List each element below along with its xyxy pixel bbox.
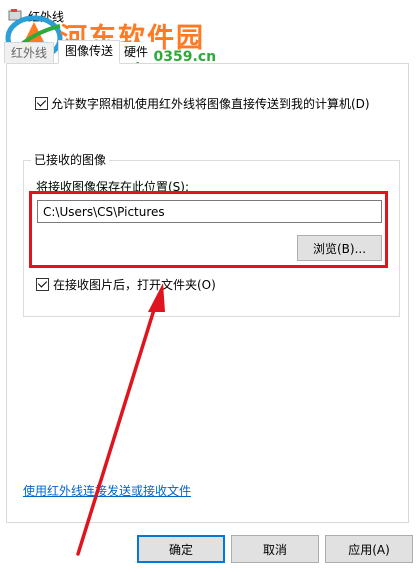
open-folder-label[interactable]: 在接收图片后，打开文件夹(O) — [53, 276, 216, 293]
checkmark-icon — [37, 278, 48, 288]
ok-button[interactable]: 确定 — [137, 535, 225, 563]
apply-button[interactable]: 应用(A) — [325, 535, 413, 563]
checkmark-icon — [36, 97, 47, 107]
tab-image-transfer[interactable]: 图像传送 — [58, 40, 121, 64]
save-path-input[interactable] — [37, 200, 382, 223]
cancel-button[interactable]: 取消 — [231, 535, 319, 563]
open-folder-checkbox[interactable] — [36, 278, 49, 291]
send-receive-files-link[interactable]: 使用红外线连接发送或接收文件 — [23, 482, 191, 499]
browse-button[interactable]: 浏览(B)... — [297, 235, 382, 261]
allow-camera-label[interactable]: 允许数字照相机使用红外线将图像直接传送到我的计算机(D) — [51, 95, 370, 112]
group-title: 已接收的图像 — [31, 151, 110, 168]
tab-infrared[interactable]: 红外线 — [4, 42, 55, 63]
save-location-label: 将接收图像保存在此位置(S): — [36, 180, 190, 194]
tab-hardware[interactable]: 硬件 — [118, 42, 155, 62]
allow-camera-checkbox[interactable] — [35, 97, 48, 110]
tab-strip: 红外线 图像传送 硬件 — [0, 38, 416, 64]
